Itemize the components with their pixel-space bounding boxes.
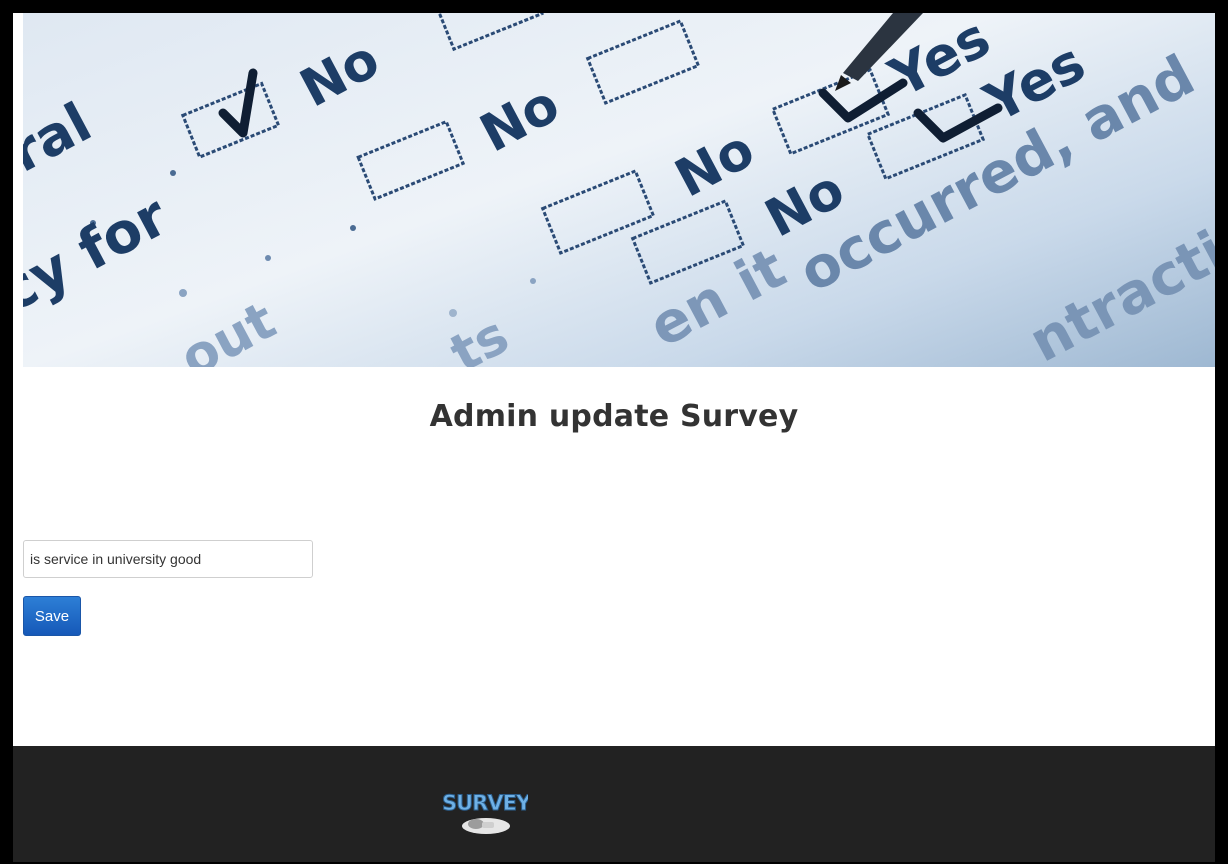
- banner-word-no: No: [471, 74, 569, 164]
- question-input[interactable]: [23, 540, 313, 578]
- page-title: Admin update Survey: [429, 399, 799, 434]
- banner-image: No No No No Yes Yes ral cy for occurred,…: [23, 13, 1215, 367]
- banner-fragment: out: [171, 291, 285, 367]
- save-button[interactable]: Save: [23, 596, 81, 636]
- banner-word-no: No: [291, 29, 389, 119]
- page-frame: No No No No Yes Yes ral cy for occurred,…: [13, 13, 1215, 862]
- survey-logo-text: SURVEY: [442, 791, 528, 815]
- survey-logo[interactable]: SURVEY: [438, 778, 528, 838]
- banner-fragment: cy for: [23, 183, 179, 325]
- footer: SURVEY: [13, 746, 1215, 862]
- banner-fragment: ral: [23, 91, 101, 185]
- banner-word-no: No: [666, 119, 764, 209]
- banner-fragment: ntractio: [1019, 201, 1215, 367]
